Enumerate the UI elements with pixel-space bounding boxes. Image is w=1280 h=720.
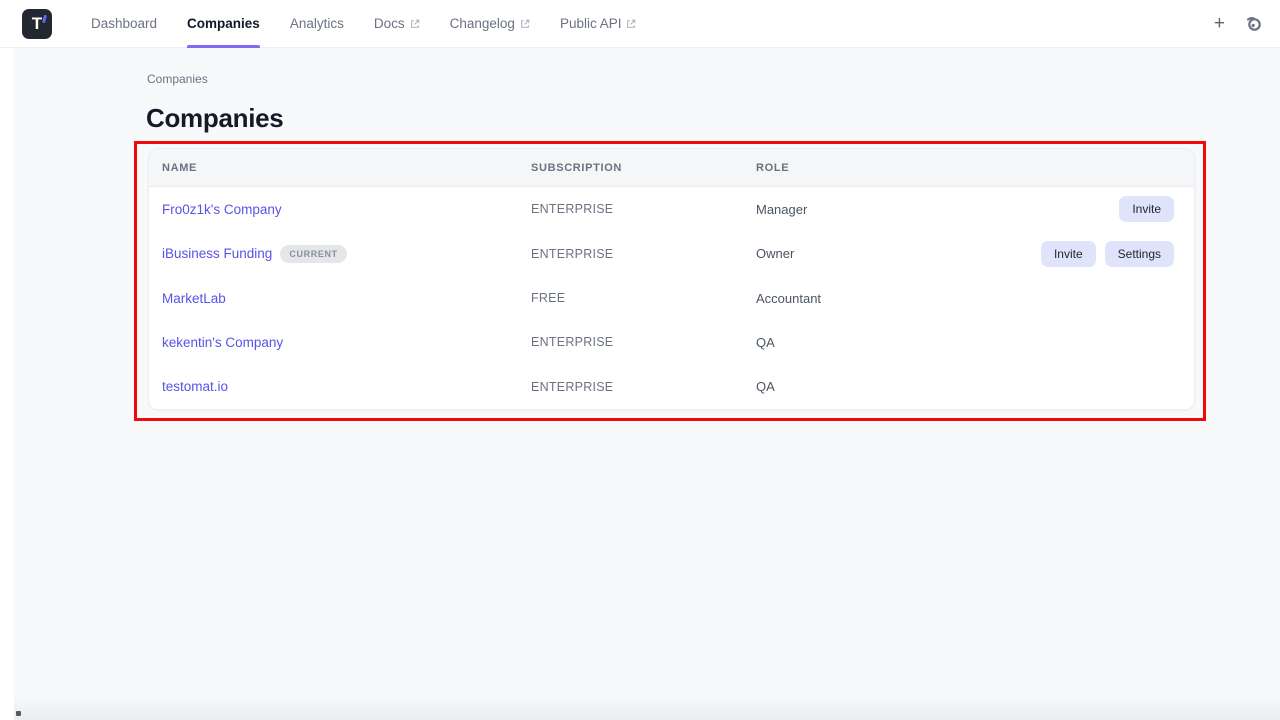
nav-item-docs[interactable]: Docs [359,0,435,48]
invite-button[interactable]: Invite [1041,241,1096,267]
current-badge: CURRENT [280,245,346,263]
role-value: QA [756,379,1174,394]
nav-label: Docs [374,16,405,31]
company-link[interactable]: kekentin's Company [162,335,283,350]
subscription-value: ENTERPRISE [531,247,756,261]
role-value: Owner [756,246,1041,261]
nav-item-dashboard[interactable]: Dashboard [76,0,172,48]
table-row: Fro0z1k's Company ENTERPRISE Manager Inv… [149,187,1194,231]
external-link-icon [626,19,636,29]
breadcrumb[interactable]: Companies [147,72,208,86]
subscription-value: ENTERPRISE [531,380,756,394]
role-value: QA [756,335,1174,350]
nav-label: Companies [187,16,260,31]
user-avatar-icon[interactable] [1245,15,1262,32]
logo-accent-tick [42,14,47,22]
app-window: T Dashboard Companies Analytics Docs [0,0,1280,720]
external-link-icon [410,19,420,29]
plus-icon[interactable]: + [1210,12,1229,35]
main-content-area: Companies Companies NAME SUBSCRIPTION RO… [14,48,1280,720]
company-link[interactable]: iBusiness Funding [162,246,272,261]
invite-button[interactable]: Invite [1119,196,1174,222]
nav-item-analytics[interactable]: Analytics [275,0,359,48]
table-header-row: NAME SUBSCRIPTION ROLE [149,149,1194,187]
table-row: kekentin's Company ENTERPRISE QA [149,320,1194,364]
testomat-logo[interactable]: T [22,9,52,39]
nav-item-changelog[interactable]: Changelog [435,0,545,48]
role-value: Accountant [756,291,1174,306]
company-link[interactable]: Fro0z1k's Company [162,202,282,217]
subscription-value: ENTERPRISE [531,335,756,349]
logo-letter: T [32,14,42,34]
column-header-subscription: SUBSCRIPTION [531,162,756,174]
nav-item-public-api[interactable]: Public API [545,0,652,48]
table-row: iBusiness Funding CURRENT ENTERPRISE Own… [149,231,1194,275]
nav-label: Public API [560,16,622,31]
subscription-value: ENTERPRISE [531,202,756,216]
nav-label: Analytics [290,16,344,31]
nav-label: Dashboard [91,16,157,31]
table-row: MarketLab FREE Accountant [149,276,1194,320]
company-link[interactable]: MarketLab [162,291,226,306]
role-value: Manager [756,202,1119,217]
nav-item-companies[interactable]: Companies [172,0,275,48]
main-nav: Dashboard Companies Analytics Docs Chang… [76,0,651,48]
company-link[interactable]: testomat.io [162,379,228,394]
column-header-role: ROLE [756,162,1174,174]
topbar-right-actions: + [1210,12,1280,35]
nav-label: Changelog [450,16,515,31]
subscription-value: FREE [531,291,756,305]
external-link-icon [520,19,530,29]
top-navigation-bar: T Dashboard Companies Analytics Docs [0,0,1280,48]
settings-button[interactable]: Settings [1105,241,1174,267]
column-header-name: NAME [162,162,531,174]
page-title: Companies [146,103,283,134]
companies-table: NAME SUBSCRIPTION ROLE Fro0z1k's Company… [148,148,1195,410]
table-row: testomat.io ENTERPRISE QA [149,365,1194,409]
cursor-artifact [16,711,21,716]
